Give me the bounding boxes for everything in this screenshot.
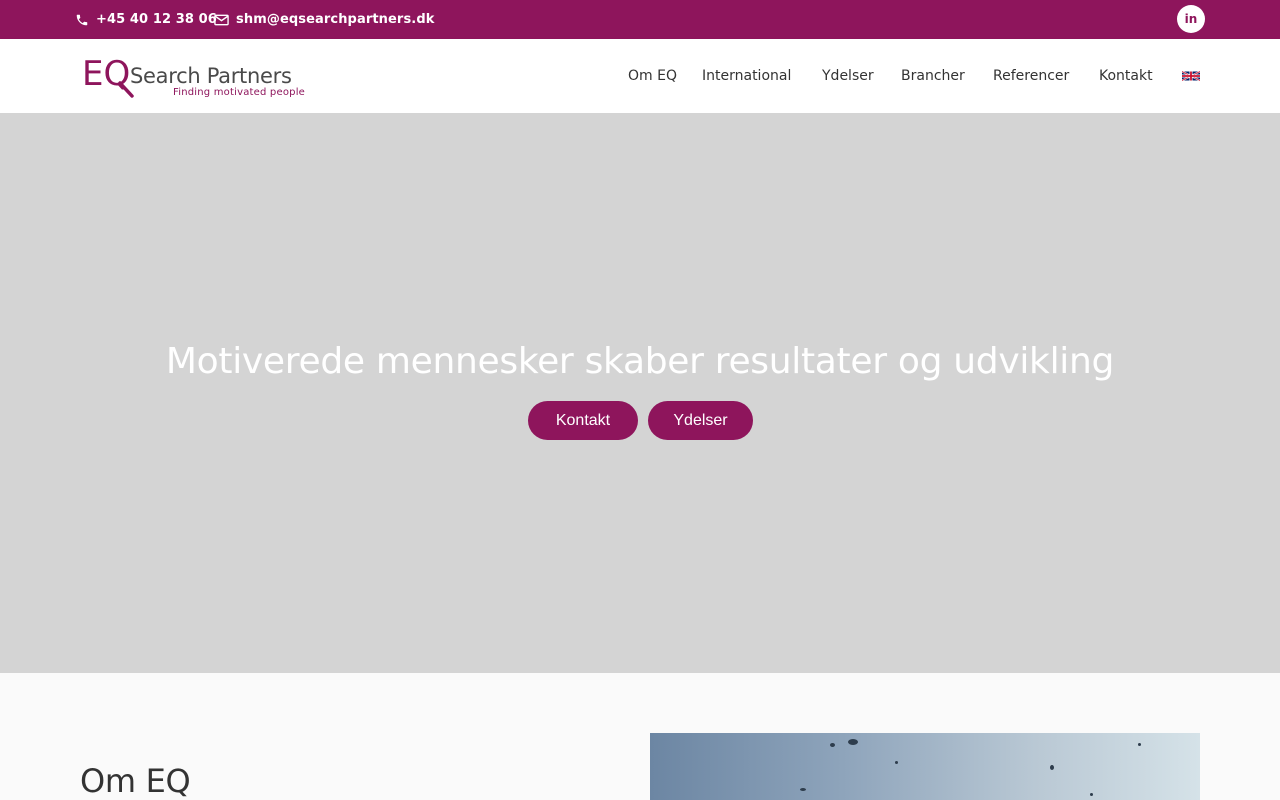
nav-item-kontakt[interactable]: Kontakt (1099, 39, 1153, 113)
nav-item-international[interactable]: International (702, 39, 791, 113)
email-address: shm@eqsearchpartners.dk (236, 12, 435, 27)
phone-number: +45 40 12 38 06 (96, 12, 217, 27)
hero-section: Motiverede mennesker skaber resultater o… (0, 113, 1280, 673)
nav-item-brancher[interactable]: Brancher (901, 39, 965, 113)
top-contact-bar: +45 40 12 38 06 shm@eqsearchpartners.dk … (0, 0, 1280, 39)
nav-item-om-eq[interactable]: Om EQ (628, 39, 677, 113)
hero-headline: Motiverede mennesker skaber resultater o… (165, 341, 1115, 382)
uk-flag-icon[interactable] (1182, 71, 1200, 81)
email-contact[interactable]: shm@eqsearchpartners.dk (214, 0, 434, 39)
hero-ydelser-button[interactable]: Ydelser (648, 401, 753, 440)
envelope-icon (214, 14, 229, 25)
phone-contact[interactable]: +45 40 12 38 06 (75, 0, 217, 39)
main-navigation: Om EQ International Ydelser Brancher Ref… (0, 39, 1280, 113)
phone-icon (76, 14, 88, 25)
nav-item-ydelser[interactable]: Ydelser (822, 39, 874, 113)
linkedin-button[interactable]: in (1177, 5, 1205, 33)
about-image (650, 733, 1200, 800)
nav-item-referencer[interactable]: Referencer (993, 39, 1069, 113)
about-section-title: Om EQ (80, 762, 191, 800)
hero-kontakt-button[interactable]: Kontakt (528, 401, 638, 440)
linkedin-icon: in (1184, 12, 1198, 26)
site-header: EQ Search Partners Finding motivated peo… (0, 39, 1280, 113)
